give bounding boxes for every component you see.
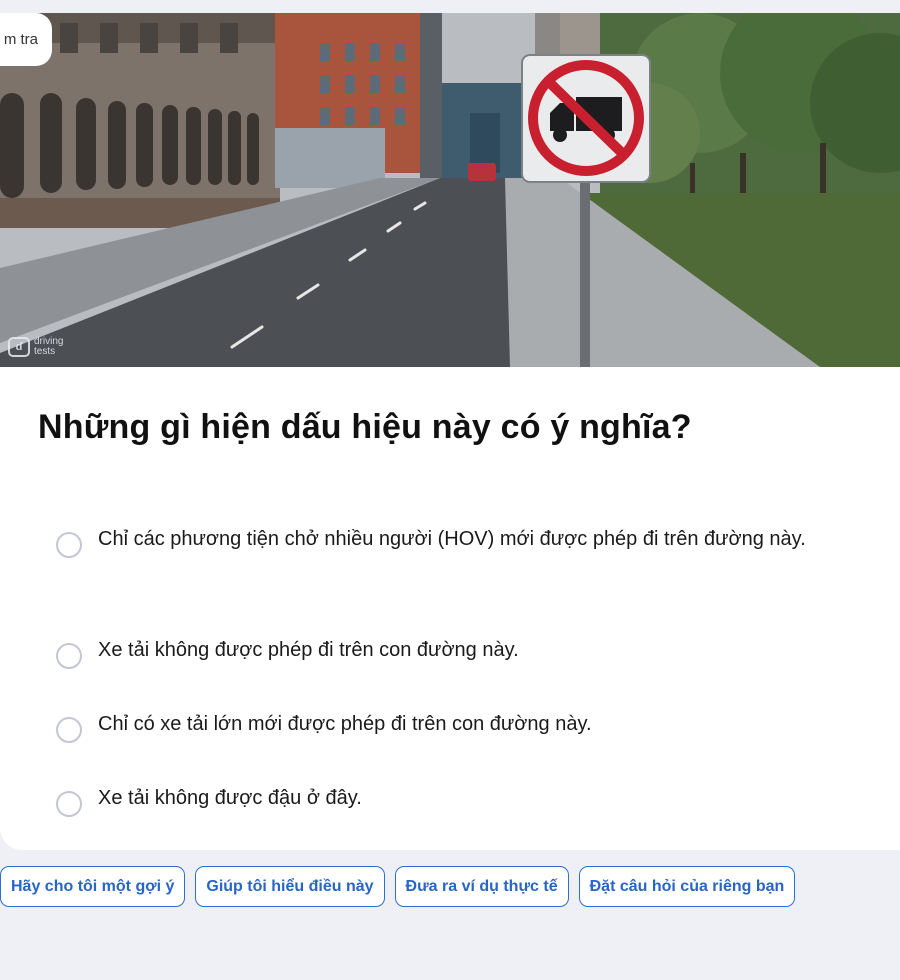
question-title: Những gì hiện dấu hiệu này có ý nghĩa? xyxy=(38,408,692,446)
driving-tests-watermark: ɗ driving tests xyxy=(8,337,63,357)
radio-button[interactable] xyxy=(56,717,82,743)
explain-button[interactable]: Giúp tôi hiểu điều này xyxy=(195,866,385,907)
answer-option[interactable]: Xe tải không được đậu ở đây. xyxy=(56,780,856,850)
answer-options: Chỉ các phương tiện chở nhiều người (HOV… xyxy=(56,521,856,850)
answer-option-label: Chỉ các phương tiện chở nhiều người (HOV… xyxy=(98,528,806,550)
exam-badge-text: m tra xyxy=(3,31,38,48)
exam-badge[interactable]: m tra xyxy=(0,13,52,66)
radio-button[interactable] xyxy=(56,791,82,817)
assistant-actions: Hãy cho tôi một gợi ý Giúp tôi hiểu điều… xyxy=(0,866,796,907)
answer-option-label: Xe tải không được phép đi trên con đường… xyxy=(98,639,519,661)
answer-option-label: Xe tải không được đậu ở đây. xyxy=(98,787,362,809)
question-card: m tra ɗ driving tests Những gì hiện dấu … xyxy=(0,13,900,850)
answer-option-label: Chỉ có xe tải lớn mới được phép đi trên … xyxy=(98,713,592,735)
driving-tests-logo-icon: ɗ xyxy=(8,337,30,357)
ask-question-button[interactable]: Đặt câu hỏi của riêng bạn xyxy=(578,866,796,907)
answer-option[interactable]: Chỉ có xe tải lớn mới được phép đi trên … xyxy=(56,706,856,780)
watermark-line-2: tests xyxy=(34,346,56,357)
street-scene-illustration xyxy=(0,13,900,367)
radio-button[interactable] xyxy=(56,532,82,558)
hint-button[interactable]: Hãy cho tôi một gợi ý xyxy=(0,866,186,907)
answer-option[interactable]: Xe tải không được phép đi trên con đường… xyxy=(56,632,856,706)
radio-button[interactable] xyxy=(56,643,82,669)
example-button[interactable]: Đưa ra ví dụ thực tế xyxy=(394,866,569,907)
question-image: m tra ɗ driving tests xyxy=(0,13,900,367)
answer-option[interactable]: Chỉ các phương tiện chở nhiều người (HOV… xyxy=(56,521,856,632)
